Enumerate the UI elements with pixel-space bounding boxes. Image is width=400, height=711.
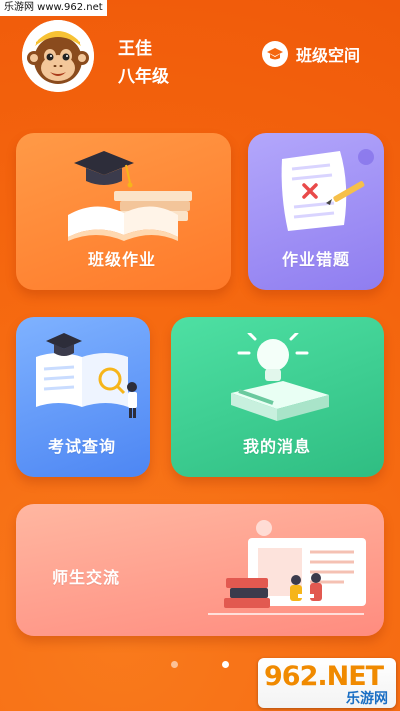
user-grade: 八年级 — [118, 67, 169, 87]
magnifier-icon — [36, 333, 137, 418]
lightbulb-icon — [231, 333, 329, 421]
watermark-bottom: 962.NET 乐游网 — [258, 658, 396, 708]
pager-dot-active[interactable] — [222, 661, 229, 668]
watermark-bottom-small: 乐游网 — [346, 691, 388, 707]
card-my-messages-label: 我的消息 — [243, 437, 312, 456]
user-name: 王佳 — [118, 39, 152, 59]
class-space-label: 班级空间 — [296, 46, 361, 65]
card-homework-mistakes-label: 作业错题 — [282, 250, 351, 269]
book-icon — [68, 151, 192, 241]
card-exam-query[interactable]: 考试查询 — [16, 317, 150, 477]
test-paper-icon — [281, 149, 374, 231]
user-avatar[interactable] — [22, 20, 94, 92]
monkey-avatar-icon — [22, 20, 94, 92]
card-class-homework[interactable]: 班级作业 — [16, 133, 231, 290]
card-homework-mistakes[interactable]: 作业错题 — [248, 133, 384, 290]
graduation-cap-icon — [262, 41, 288, 67]
card-teacher-student-chat-label: 师生交流 — [52, 568, 121, 587]
card-class-homework-label: 班级作业 — [88, 250, 157, 269]
card-exam-query-label: 考试查询 — [48, 437, 117, 456]
watermark-top: 乐游网 www.962.net — [0, 0, 107, 16]
card-teacher-student-chat[interactable]: 师生交流 — [16, 504, 384, 636]
class-space-button[interactable]: 班级空间 — [262, 40, 360, 68]
person-reading-icon — [208, 520, 366, 615]
pager-dot[interactable] — [171, 661, 178, 668]
card-my-messages[interactable]: 我的消息 — [171, 317, 384, 477]
